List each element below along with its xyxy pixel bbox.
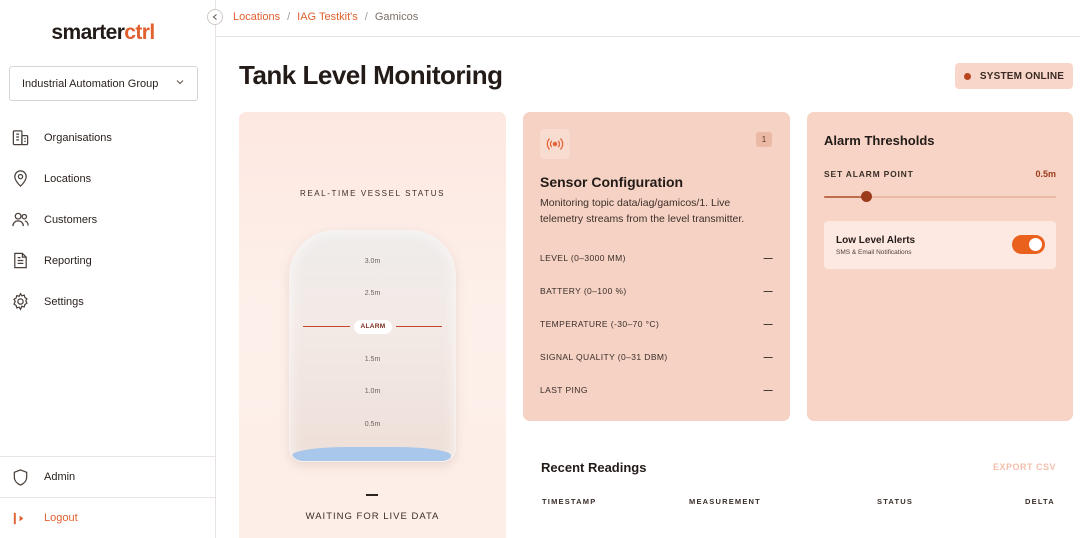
metric-row: LAST PING — — [540, 385, 773, 395]
tank-tick: 0.5m — [364, 421, 381, 428]
metric-value: — — [763, 253, 773, 263]
tank-tick: 1.5m — [364, 356, 381, 363]
metric-label: SIGNAL QUALITY (0–31 DBM) — [540, 352, 668, 362]
gear-icon — [10, 292, 30, 312]
metric-label: LEVEL (0–3000 MM) — [540, 253, 626, 263]
low-level-alerts-toggle[interactable] — [1012, 235, 1045, 254]
alarm-marker-line — [396, 326, 442, 327]
chevron-left-icon — [212, 14, 217, 20]
sensor-title: Sensor Configuration — [540, 174, 684, 190]
sidebar-item-label: Customers — [44, 213, 98, 226]
alarm-point-value: 0.5m — [1035, 169, 1056, 179]
sidebar-item-reporting[interactable]: Reporting — [0, 240, 215, 281]
breadcrumb: Locations / IAG Testkit's / Gamicos — [233, 11, 418, 23]
sensor-description: Monitoring topic data/iag/gamicos/1. Liv… — [540, 197, 745, 225]
column-header-timestamp[interactable]: TIMESTAMP — [542, 497, 596, 506]
sidebar-item-label: Settings — [44, 295, 84, 308]
sidebar: smarterctrl Industrial Automation Group … — [0, 0, 216, 538]
alarm-marker-tag: ALARM — [354, 320, 392, 334]
tank-tick: 1.0m — [364, 388, 381, 395]
metric-row: BATTERY (0–100 %) — — [540, 286, 773, 296]
metric-label: BATTERY (0–100 %) — [540, 286, 627, 296]
sensor-configuration-card: 1 Sensor Configuration Monitoring topic … — [523, 112, 790, 421]
low-level-alerts-panel: Low Level Alerts SMS & Email Notificatio… — [824, 221, 1056, 269]
metric-row: SIGNAL QUALITY (0–31 DBM) — — [540, 352, 773, 362]
alarm-point-slider[interactable] — [824, 191, 1056, 202]
metric-value: — — [763, 352, 773, 362]
building-icon — [10, 128, 30, 148]
tank-water-level — [292, 447, 451, 461]
map-pin-icon — [10, 169, 30, 189]
breadcrumb-locations[interactable]: Locations — [233, 11, 280, 23]
breadcrumb-separator: / — [364, 11, 368, 23]
sidebar-item-organisations[interactable]: Organisations — [0, 117, 215, 158]
recent-readings-card: Recent Readings EXPORT CSV TIMESTAMP MEA… — [523, 437, 1073, 538]
shield-icon — [10, 467, 30, 487]
tank-tick: 2.5m — [364, 290, 381, 297]
system-status-badge: SYSTEM ONLINE — [955, 63, 1073, 89]
brand-logo[interactable]: smarterctrl — [0, 21, 206, 45]
slider-fill — [824, 196, 866, 198]
logout-label: Logout — [44, 512, 78, 524]
breadcrumb-separator: / — [287, 11, 291, 23]
alarm-thresholds-title: Alarm Thresholds — [824, 133, 935, 148]
tank-visual: 3.0m 2.5m 1.5m 1.0m 0.5m — [289, 230, 456, 462]
column-header-delta[interactable]: DELTA — [1025, 497, 1055, 506]
recent-readings-title: Recent Readings — [541, 460, 647, 475]
set-alarm-point-label: SET ALARM POINT — [824, 169, 914, 179]
metric-row: LEVEL (0–3000 MM) — — [540, 253, 773, 263]
users-icon — [10, 210, 30, 230]
sidebar-item-label: Admin — [44, 471, 76, 483]
sidebar-item-settings[interactable]: Settings — [0, 281, 215, 322]
alarm-marker-line — [303, 326, 350, 327]
logout-icon — [10, 508, 30, 528]
column-header-status[interactable]: STATUS — [877, 497, 913, 506]
signal-broadcast-icon — [540, 129, 570, 159]
logout-button[interactable]: Logout — [0, 497, 215, 538]
tank-tick: 3.0m — [364, 258, 381, 265]
sidebar-item-label: Organisations — [44, 131, 112, 144]
sidebar-item-locations[interactable]: Locations — [0, 158, 215, 199]
vessel-status-label: REAL-TIME VESSEL STATUS — [299, 189, 446, 198]
slider-thumb[interactable] — [860, 191, 872, 202]
sidebar-footer: Admin Logout — [0, 456, 215, 538]
chevron-down-icon — [175, 77, 185, 90]
low-level-alerts-subtitle: SMS & Email Notifications — [836, 249, 912, 256]
document-icon — [10, 251, 30, 271]
top-bar: Locations / IAG Testkit's / Gamicos — [216, 0, 1080, 37]
sensor-count-badge: 1 — [756, 132, 772, 147]
metric-value: — — [763, 286, 773, 296]
metric-value: — — [763, 385, 773, 395]
sidebar-item-admin[interactable]: Admin — [0, 456, 215, 497]
system-status-text: SYSTEM ONLINE — [979, 70, 1065, 82]
collapse-sidebar-button[interactable] — [207, 9, 223, 25]
vessel-status-text: WAITING FOR LIVE DATA — [305, 511, 440, 522]
export-csv-button[interactable]: EXPORT CSV — [993, 462, 1056, 472]
metric-row: TEMPERATURE (-30–70 °C) — — [540, 319, 773, 329]
metric-value: — — [763, 319, 773, 329]
page-title: Tank Level Monitoring — [239, 60, 503, 90]
sidebar-nav: Organisations Locations Customers Report… — [0, 117, 215, 322]
toggle-knob — [1029, 238, 1042, 251]
organisation-selector[interactable]: Industrial Automation Group — [9, 66, 198, 101]
organisation-selector-value: Industrial Automation Group — [22, 77, 159, 90]
vessel-reading-placeholder — [366, 494, 378, 496]
breadcrumb-testkit[interactable]: IAG Testkit's — [297, 11, 358, 23]
sidebar-item-label: Locations — [44, 172, 92, 185]
column-header-measurement[interactable]: MEASUREMENT — [689, 497, 761, 506]
breadcrumb-current: Gamicos — [374, 11, 419, 23]
sidebar-item-customers[interactable]: Customers — [0, 199, 215, 240]
low-level-alerts-title: Low Level Alerts — [836, 235, 916, 246]
metric-label: TEMPERATURE (-30–70 °C) — [540, 319, 660, 329]
sidebar-item-label: Reporting — [44, 254, 92, 267]
alarm-thresholds-card: Alarm Thresholds SET ALARM POINT 0.5m Lo… — [807, 112, 1073, 421]
metric-label: LAST PING — [540, 385, 588, 395]
status-dot-icon — [963, 72, 971, 80]
